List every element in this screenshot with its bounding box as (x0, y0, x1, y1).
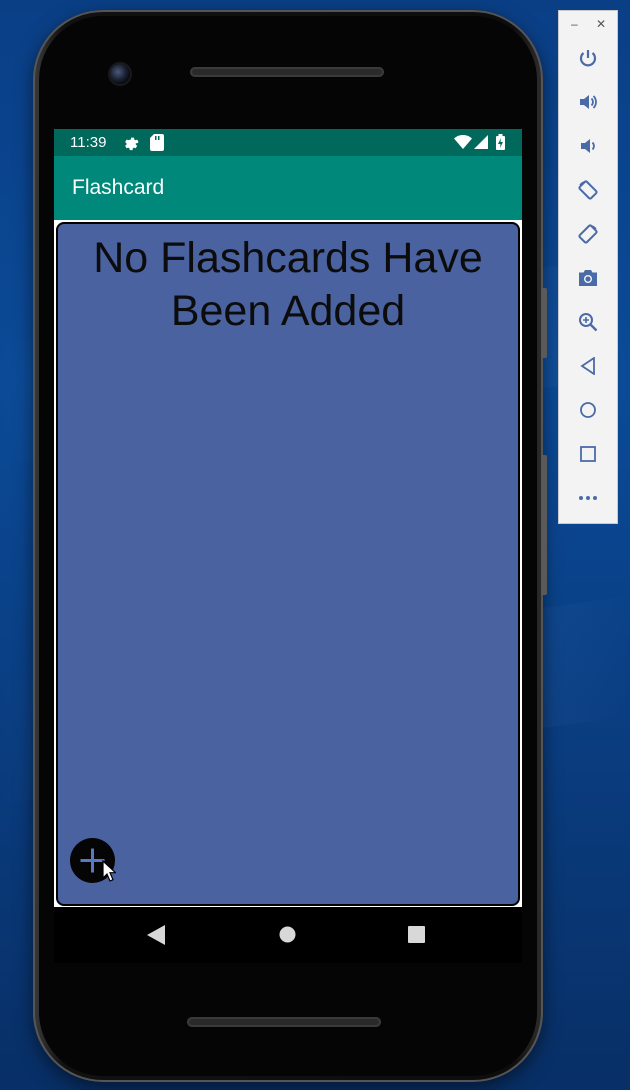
close-icon[interactable]: ✕ (596, 17, 606, 31)
camera-icon[interactable] (571, 261, 605, 295)
status-bar: 11:39 (54, 129, 522, 156)
top-speaker (190, 67, 384, 77)
overview-icon[interactable] (571, 437, 605, 471)
device-screen: 11:39 Flashcard No Flashcards Have Been … (54, 129, 522, 907)
bottom-speaker (187, 1017, 381, 1027)
toolbar-window-controls: – ✕ (559, 15, 617, 35)
volume-up-icon[interactable] (571, 85, 605, 119)
power-icon[interactable] (571, 41, 605, 75)
flashcard-list-area: No Flashcards Have Been Added (56, 222, 520, 906)
recents-icon[interactable] (408, 926, 425, 948)
zoom-icon[interactable] (571, 305, 605, 339)
gear-icon (122, 134, 139, 155)
battery-icon (496, 134, 505, 154)
navigation-bar (54, 907, 522, 963)
cellular-signal-icon (474, 135, 488, 153)
sd-card-icon (150, 134, 164, 155)
status-time: 11:39 (70, 134, 107, 151)
empty-state-message: No Flashcards Have Been Added (93, 234, 483, 335)
home-icon[interactable] (571, 393, 605, 427)
app-title: Flashcard (72, 176, 165, 199)
phone-side-button (541, 288, 547, 358)
rotate-right-icon[interactable] (571, 217, 605, 251)
phone-volume-button (541, 455, 547, 595)
minimize-icon[interactable]: – (571, 17, 578, 31)
app-bar: Flashcard (54, 156, 522, 220)
back-icon[interactable] (147, 925, 165, 950)
wifi-icon (454, 135, 472, 153)
rotate-left-icon[interactable] (571, 173, 605, 207)
volume-down-icon[interactable] (571, 129, 605, 163)
back-icon[interactable] (571, 349, 605, 383)
emulator-toolbar: – ✕ (558, 10, 618, 524)
front-camera (110, 64, 130, 84)
home-icon[interactable] (279, 926, 296, 948)
more-icon[interactable] (571, 481, 605, 515)
